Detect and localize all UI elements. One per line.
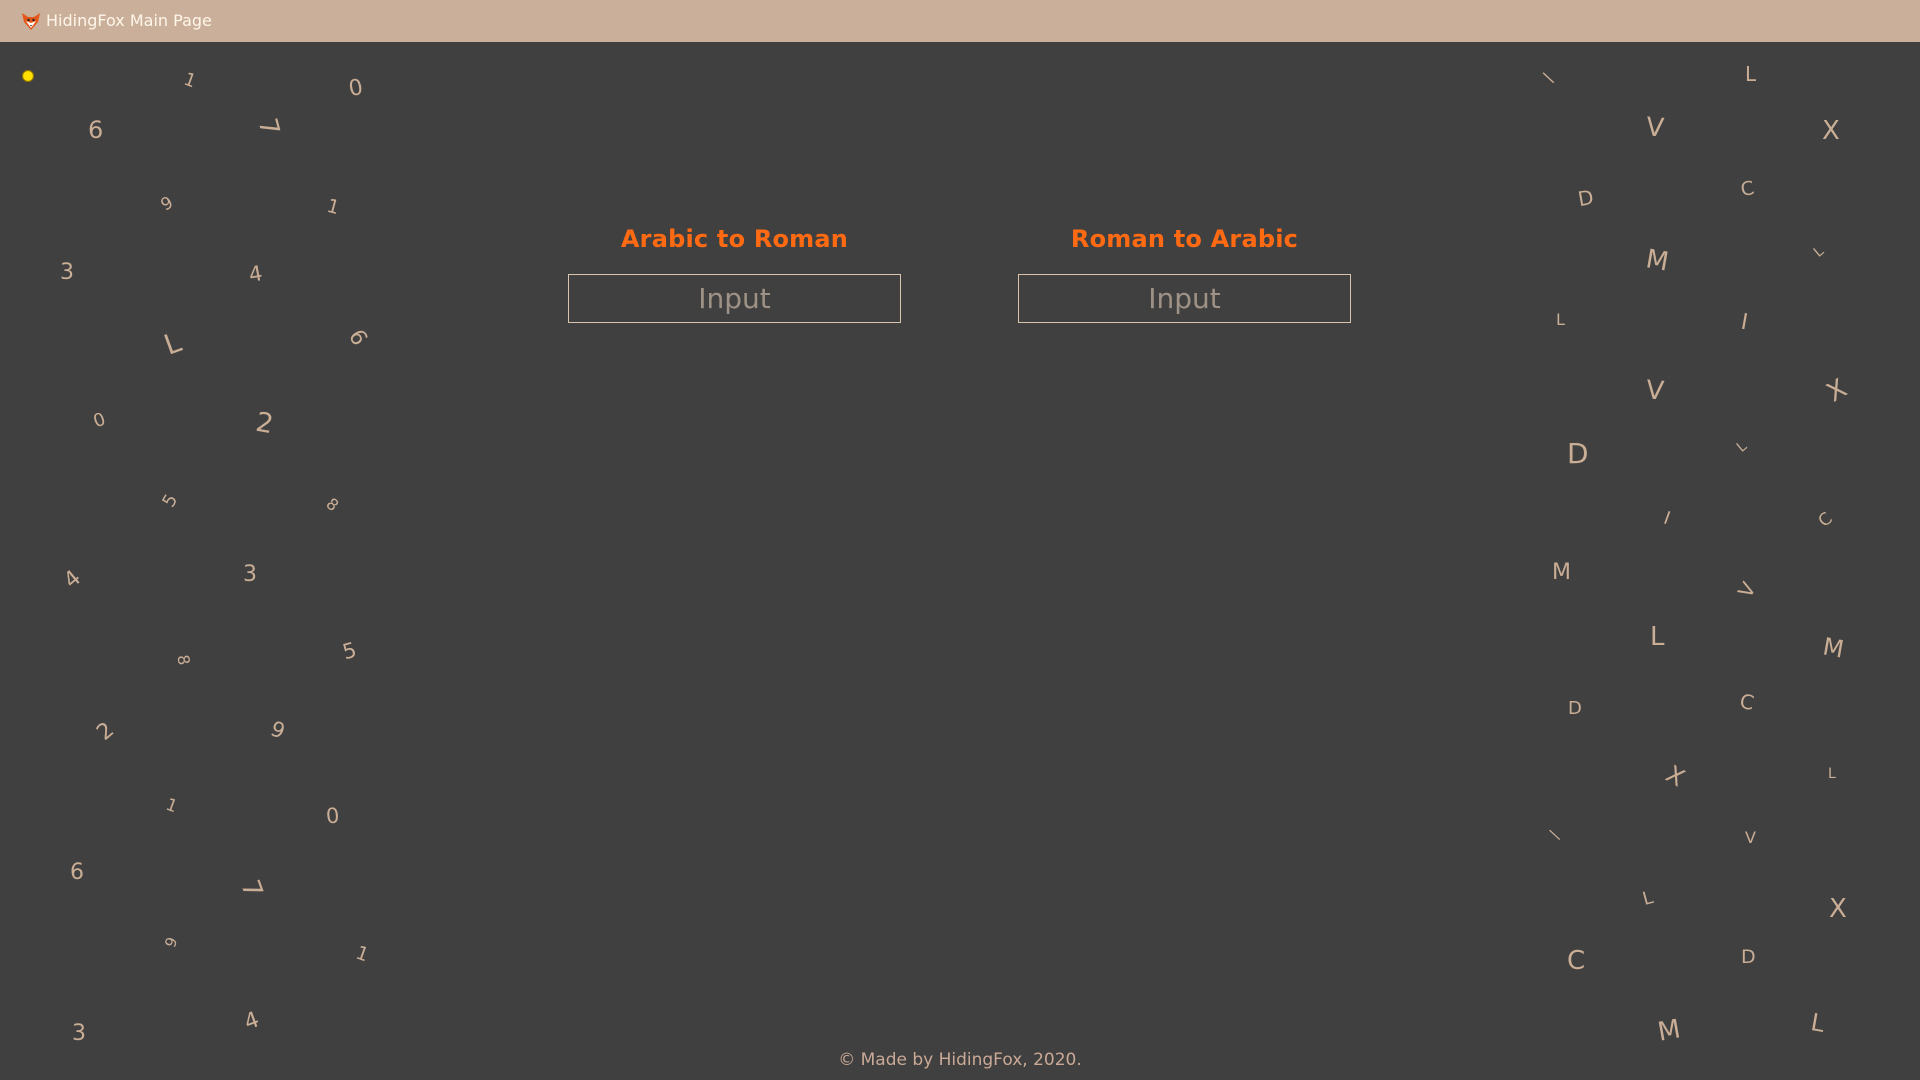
decor-char: L	[1745, 62, 1757, 86]
decor-char: L	[1733, 438, 1751, 456]
decor-char: 5	[158, 490, 183, 511]
decor-char: 4	[59, 565, 87, 594]
decor-char: C	[1567, 946, 1586, 976]
decor-char: 3	[72, 1021, 86, 1046]
decor-char: X	[1821, 373, 1853, 409]
decor-char: 1	[180, 68, 199, 93]
decor-char: 3	[243, 562, 257, 587]
arabic-to-roman-title: Arabic to Roman	[620, 225, 849, 253]
decor-char: L	[1828, 766, 1836, 782]
decor-char: D	[1568, 698, 1582, 719]
decor-char: V	[1644, 375, 1666, 407]
decor-char: D	[1576, 184, 1596, 212]
decor-char: 1	[163, 794, 181, 818]
decor-char: I	[1738, 309, 1750, 336]
roman-to-arabic-title: Roman to Arabic	[1070, 225, 1299, 253]
top-bar: HidingFox Main Page	[0, 0, 1920, 42]
decor-char: 9	[157, 192, 177, 216]
decor-char: 1	[324, 194, 342, 220]
decor-char: 4	[246, 261, 265, 287]
roman-input-field[interactable]	[1018, 274, 1351, 323]
decor-char: 2	[92, 717, 120, 746]
decor-char: \	[1547, 824, 1562, 845]
decor-char: V	[1733, 578, 1761, 602]
decor-char: V	[1745, 828, 1756, 847]
decor-char: M	[1643, 244, 1671, 278]
decor-char: 8	[173, 653, 194, 667]
decor-char: D	[1567, 437, 1589, 470]
decor-char: 3	[60, 260, 74, 285]
decor-char: L	[1808, 1008, 1827, 1038]
decor-char: 1	[352, 941, 372, 967]
decor-char: 6	[70, 860, 84, 885]
decor-char: 7	[251, 115, 285, 139]
arabic-to-roman-panel: Arabic to Roman	[568, 222, 901, 323]
decor-char: M	[1552, 560, 1571, 585]
decor-char: V	[1644, 112, 1666, 144]
decor-char: 9	[161, 934, 182, 950]
status-dot	[22, 70, 34, 82]
fox-icon[interactable]	[20, 10, 42, 32]
decor-char: \	[1541, 67, 1557, 89]
decor-char: 7	[234, 876, 269, 902]
decor-char: 5	[339, 637, 360, 665]
arabic-input-field[interactable]	[568, 274, 901, 323]
decor-char: 6	[88, 116, 104, 144]
decor-char: I	[1660, 507, 1673, 530]
decor-char: 6	[343, 325, 372, 351]
decor-char: D	[1741, 946, 1756, 968]
decor-char: X	[1822, 116, 1840, 146]
decor-char: L	[1810, 243, 1828, 261]
decor-char: L	[159, 325, 186, 362]
decor-char: X	[1829, 894, 1847, 924]
decor-char: 0	[90, 408, 109, 433]
decor-char: C	[1814, 508, 1837, 532]
decor-char: M	[1655, 1014, 1683, 1048]
decor-char: 4	[240, 1007, 263, 1036]
decor-char: 8	[322, 494, 343, 516]
decor-char: M	[1820, 632, 1846, 664]
decor-char: C	[1738, 688, 1756, 716]
decor-char: L	[1556, 310, 1565, 329]
decor-char: 9	[267, 716, 289, 744]
decor-char: L	[1650, 622, 1665, 652]
decor-char: C	[1739, 177, 1757, 201]
decor-char: L	[1640, 887, 1656, 910]
decor-char: X	[1661, 759, 1690, 793]
app-title-link[interactable]: HidingFox Main Page	[46, 11, 212, 30]
decor-char: 2	[253, 406, 276, 441]
footer-credit: © Made by HidingFox, 2020.	[838, 1050, 1082, 1070]
roman-to-arabic-panel: Roman to Arabic	[1018, 222, 1351, 323]
decor-char: 0	[346, 74, 365, 103]
decor-char: 0	[324, 803, 341, 829]
